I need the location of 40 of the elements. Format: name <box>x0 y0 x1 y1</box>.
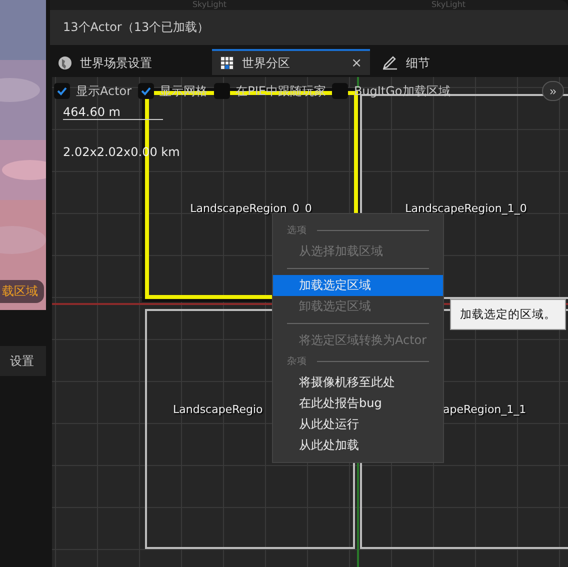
tab-label: 世界分区 <box>242 54 290 72</box>
actor-label: SkyLight <box>431 0 466 10</box>
tab-label: 细节 <box>406 54 430 72</box>
menu-item[interactable]: 从此处运行 <box>273 414 443 435</box>
menu-item[interactable]: 将摄像机移至此处 <box>273 372 443 393</box>
more-button[interactable]: » <box>542 81 564 101</box>
checkbox[interactable] <box>54 83 70 99</box>
option-label: 显示网格 <box>160 82 208 100</box>
check-icon <box>140 85 152 97</box>
menu-item[interactable]: 在此处报告bug <box>273 393 443 414</box>
world-partition-viewport[interactable] <box>52 77 568 567</box>
menu-item[interactable]: 从此处加载 <box>273 435 443 456</box>
menu-item[interactable]: 加载选定区域 <box>273 275 443 296</box>
grid-icon <box>220 56 234 70</box>
region-label: LandscapeRegion_0_0 <box>190 202 312 215</box>
actor-label: SkyLight <box>192 0 227 10</box>
load-region-badge[interactable]: 载区域 <box>0 280 44 303</box>
close-icon[interactable]: × <box>351 56 362 70</box>
checkbox[interactable] <box>138 83 154 99</box>
pencil-icon <box>382 56 398 70</box>
actor-count: 13个Actor（13个已加载） <box>50 10 568 45</box>
region-label: LandscapeRegion_1_0 <box>405 202 527 215</box>
panel-tab[interactable]: 世界场景设置 <box>50 49 160 75</box>
tooltip: 加载选定的区域。 <box>450 299 566 330</box>
scale-label: 464.60 m <box>63 105 163 120</box>
tab-label: 世界场景设置 <box>80 54 152 72</box>
settings-tab[interactable]: 设置 <box>0 346 46 376</box>
section-header: 杂项 <box>287 355 307 368</box>
checkbox[interactable] <box>214 83 230 99</box>
section-header: 选项 <box>287 224 307 237</box>
panel-tab[interactable]: 世界分区 × <box>212 49 370 75</box>
option-label: 显示Actor <box>76 82 132 100</box>
option-label: BugItGo加载区域 <box>354 82 450 100</box>
check-icon <box>56 85 68 97</box>
region-label: LandscapeRegio <box>173 403 263 416</box>
checkbox[interactable] <box>332 83 348 99</box>
region-label: apeRegion_1_1 <box>443 403 526 416</box>
panel-tab[interactable]: 细节 <box>374 49 438 75</box>
globe-icon <box>58 56 72 70</box>
option-label: 在PIE中跟随玩家 <box>236 82 326 100</box>
